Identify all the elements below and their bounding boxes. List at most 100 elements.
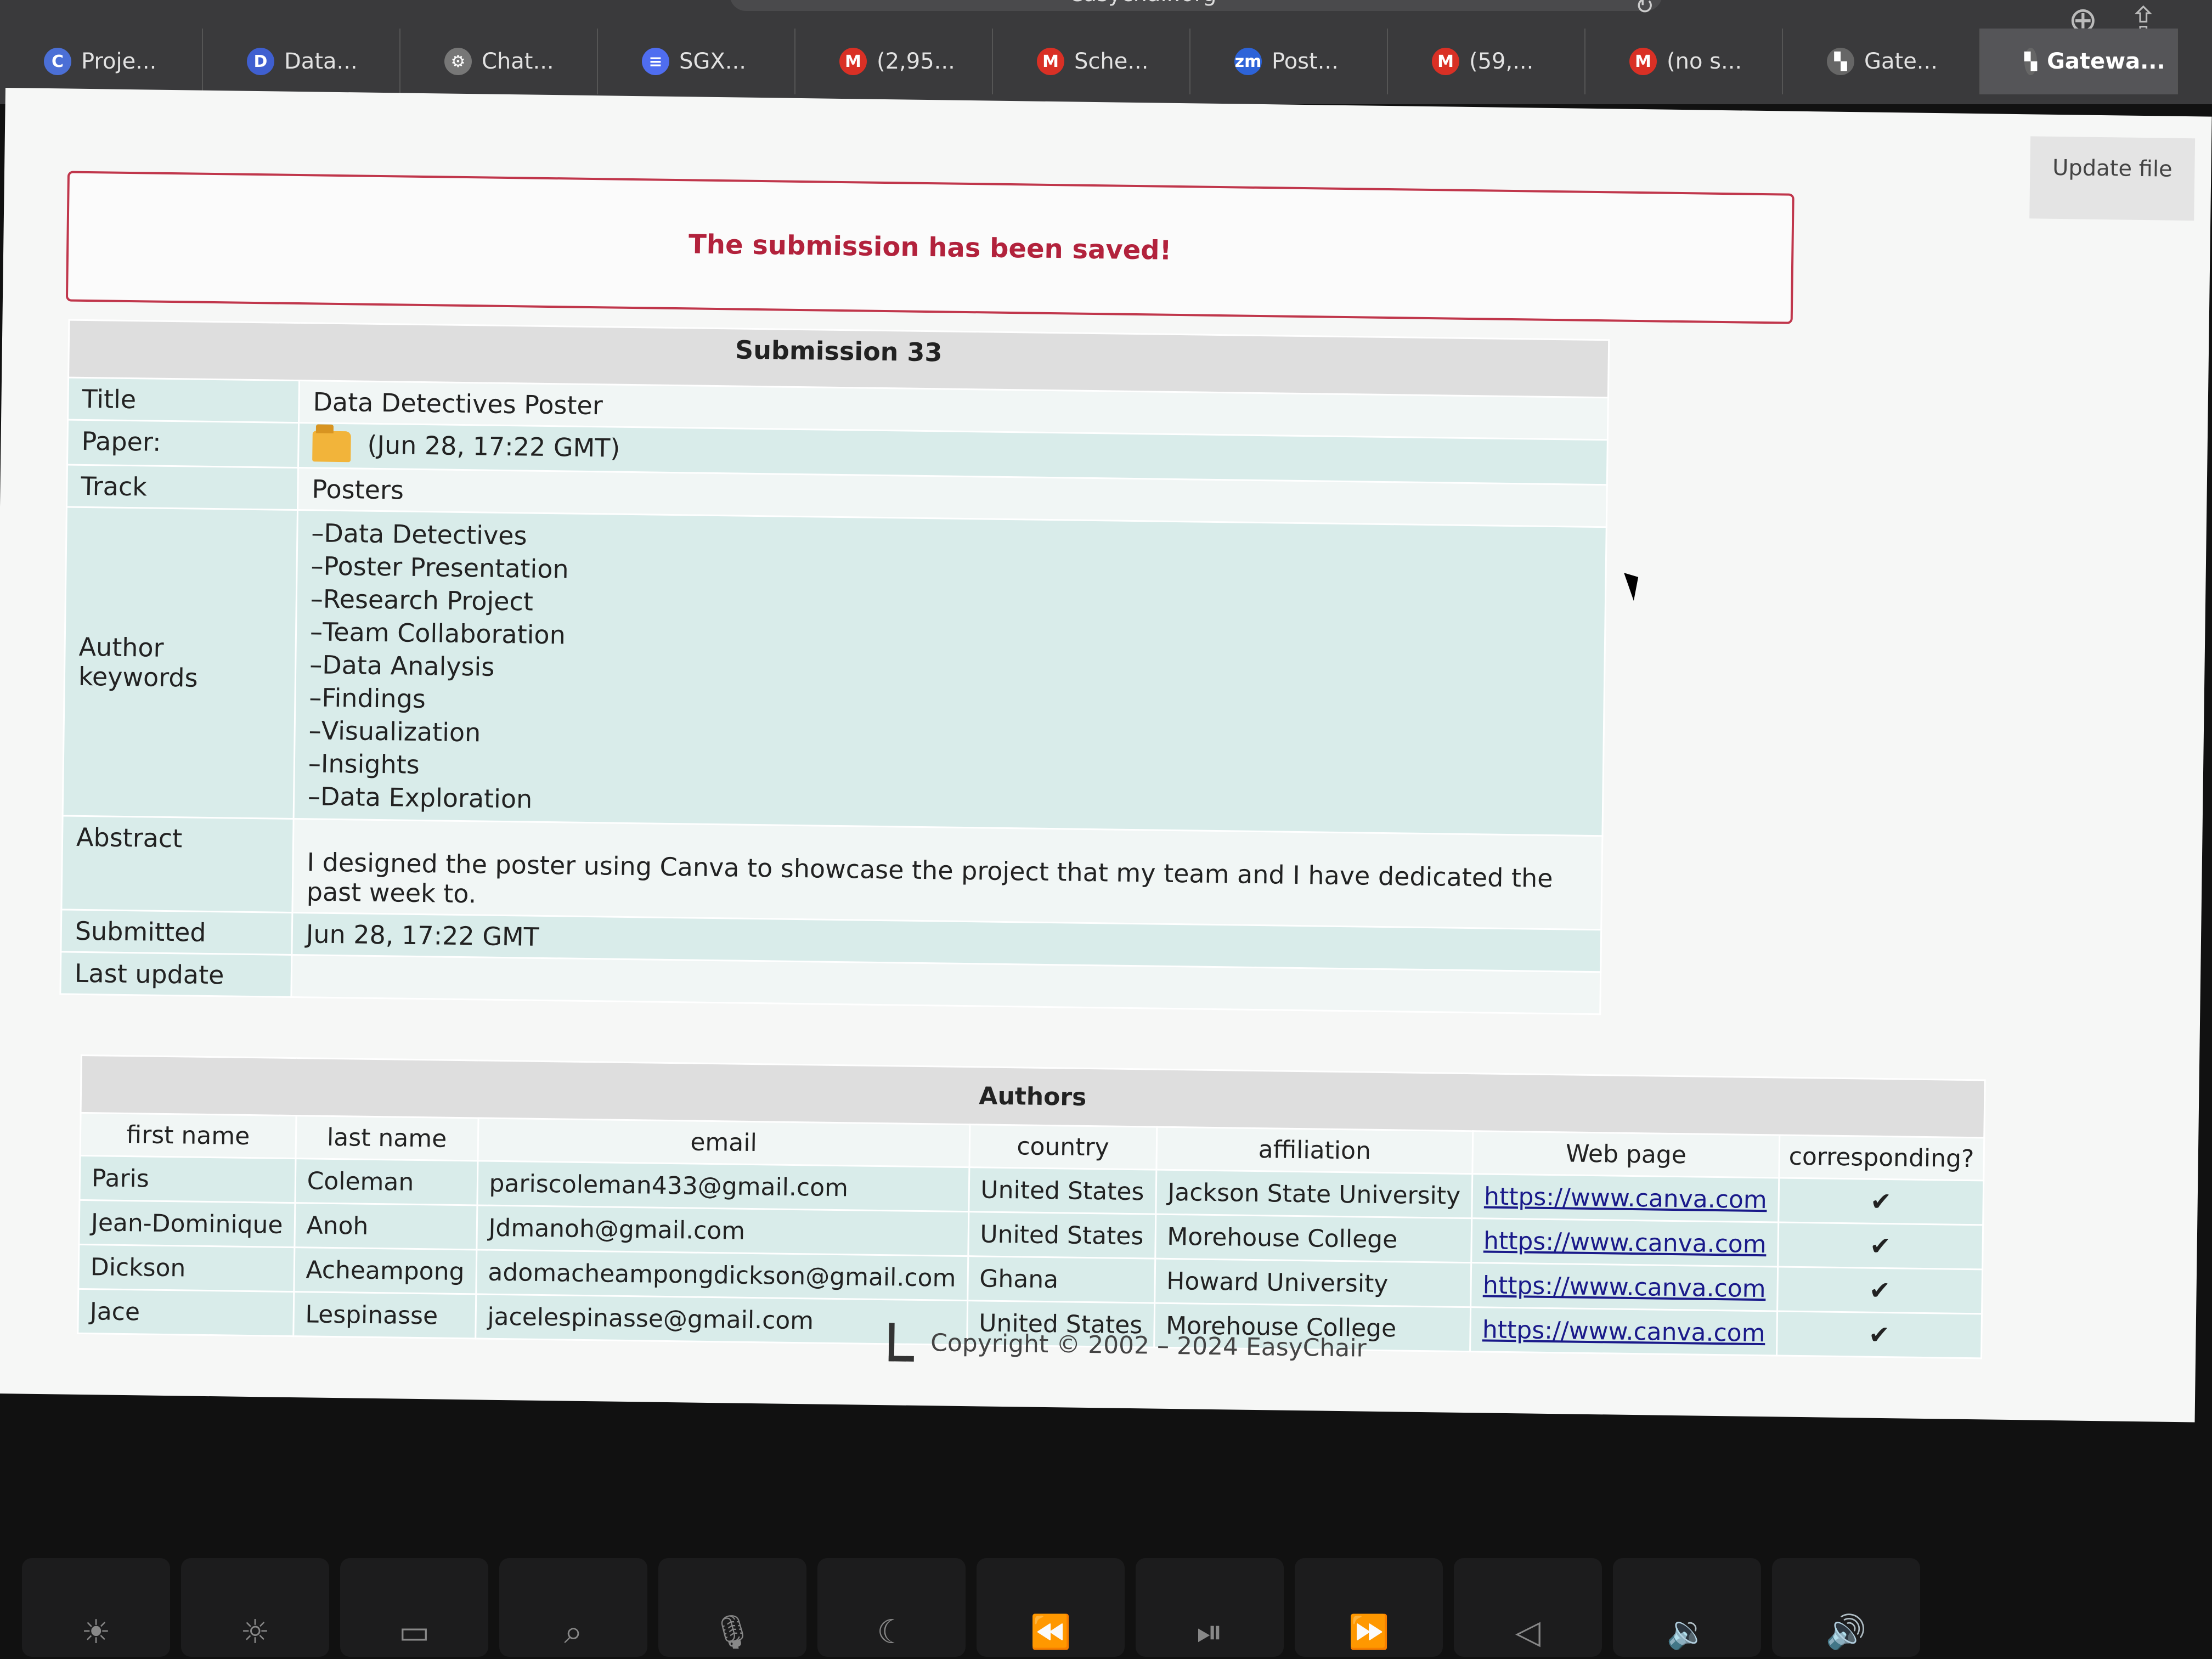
function-key[interactable]: ⏩ <box>1295 1558 1443 1657</box>
gmail-icon: M <box>1432 48 1459 75</box>
gmail-icon: M <box>839 48 867 75</box>
function-key[interactable]: ⏯ <box>1136 1558 1284 1657</box>
browser-tab[interactable]: zm Post... <box>1190 29 1388 94</box>
gmail-icon: M <box>1037 48 1064 75</box>
success-banner: The submission has been saved! <box>65 171 1795 324</box>
gmail-icon: M <box>1629 48 1657 75</box>
authors-table: Authors first name last name email country a… <box>77 1054 1985 1359</box>
table-cell: Paris <box>79 1155 296 1203</box>
column-header: country <box>969 1124 1157 1170</box>
column-header: corresponding? <box>1779 1135 1984 1181</box>
browser-chrome: easychair.org ↻ ⊕ ⇪ CProje...DData...⚙Ch… <box>0 0 2212 104</box>
easychair-logo-icon <box>888 1323 915 1362</box>
table-cell: https://www.canva.com <box>1470 1307 1778 1356</box>
easychair-icon: ▚ <box>2024 48 2038 75</box>
browser-tab[interactable]: M Sche... <box>993 29 1190 94</box>
easychair-icon: ▚ <box>1827 48 1854 75</box>
web-page-link[interactable]: https://www.canva.com <box>1484 1182 1767 1214</box>
column-header: email <box>477 1118 970 1167</box>
column-header: Web page <box>1472 1131 1780 1178</box>
browser-tab[interactable]: M (no s... <box>1585 29 1783 94</box>
function-key[interactable]: ☼ <box>181 1558 329 1657</box>
keywords-list: –Data Detectives –Poster Presentation –Res… <box>294 510 1607 836</box>
corresponding-check-icon: ✔ <box>1777 1266 1983 1314</box>
browser-tab[interactable]: ▚ Gatewa... <box>1980 29 2178 94</box>
function-key[interactable]: 🎙 <box>658 1558 806 1657</box>
table-cell: United States <box>968 1167 1156 1215</box>
table-cell: Acheampong <box>294 1247 477 1294</box>
web-page-link[interactable]: https://www.canva.com <box>1483 1271 1766 1303</box>
function-key[interactable]: ☾ <box>817 1558 966 1657</box>
last-update-label: Last update <box>60 951 292 997</box>
table-cell: https://www.canva.com <box>1470 1262 1778 1311</box>
column-header: affiliation <box>1156 1127 1474 1174</box>
title-label: Title <box>67 377 300 423</box>
footer: Copyright © 2002 – 2024 EasyChair <box>888 1323 1367 1367</box>
browser-tab[interactable]: D Data... <box>203 29 400 94</box>
data-icon: D <box>247 48 274 75</box>
function-key[interactable]: 🔊 <box>1772 1558 1920 1657</box>
column-header: first name <box>80 1113 296 1159</box>
table-cell: Dickson <box>78 1244 295 1292</box>
copyright-text: Copyright © 2002 – 2024 EasyChair <box>930 1328 1367 1363</box>
reload-icon[interactable]: ↻ <box>1635 0 1654 19</box>
keywords-label: Author keywords <box>63 506 298 819</box>
browser-tab[interactable]: ▚ Gate... <box>1783 29 1980 94</box>
tab-label: Proje... <box>81 49 157 74</box>
table-cell: Coleman <box>295 1158 478 1205</box>
function-key[interactable]: ▭ <box>340 1558 488 1657</box>
corresponding-check-icon: ✔ <box>1778 1177 1984 1225</box>
table-cell: Jean-Dominique <box>78 1200 295 1248</box>
tab-label: SGX... <box>679 49 746 74</box>
tab-label: Gate... <box>1864 49 1938 74</box>
web-page-link[interactable]: https://www.canva.com <box>1482 1316 1765 1347</box>
abstract-label: Abstract <box>61 815 294 912</box>
tab-label: (59,... <box>1469 49 1534 74</box>
tab-label: (2,95... <box>877 49 955 74</box>
table-cell: Jdmanoh@gmail.com <box>476 1205 969 1256</box>
table-cell: United States <box>968 1211 1156 1259</box>
banner-message: The submission has been saved! <box>688 229 1172 266</box>
abstract-value: I designed the poster using Canva to sho… <box>292 818 1602 930</box>
browser-tab[interactable]: M (59,... <box>1388 29 1585 94</box>
tab-label: Gatewa... <box>2047 49 2165 74</box>
copilot-icon: C <box>44 48 71 75</box>
paper-date: (Jun 28, 17:22 GMT) <box>367 430 620 463</box>
paper-label: Paper: <box>67 420 299 468</box>
corresponding-check-icon: ✔ <box>1778 1222 1983 1269</box>
table-cell: Howard University <box>1154 1259 1472 1307</box>
tab-label: (no s... <box>1667 49 1742 74</box>
docs-icon: ≡ <box>642 48 669 75</box>
column-header: last name <box>295 1115 478 1161</box>
browser-tab[interactable]: ⚙ Chat... <box>400 29 598 94</box>
function-key[interactable]: ☀ <box>22 1558 170 1657</box>
function-key[interactable]: ⌕ <box>499 1558 647 1657</box>
openai-icon: ⚙ <box>444 48 472 75</box>
tab-label: Post... <box>1272 49 1339 74</box>
function-key[interactable]: 🔉 <box>1613 1558 1761 1657</box>
submission-table: Submission 33 Title Data Detectives Post… <box>59 319 1610 1015</box>
zoom-icon: zm <box>1234 48 1262 75</box>
browser-tab[interactable]: M (2,95... <box>795 29 993 94</box>
browser-tab[interactable]: ≡ SGX... <box>598 29 795 94</box>
tab-label: Chat... <box>482 49 554 74</box>
table-cell: Ghana <box>967 1256 1155 1304</box>
tab-label: Data... <box>284 49 358 74</box>
function-key[interactable]: ⏪ <box>977 1558 1125 1657</box>
web-page-link[interactable]: https://www.canva.com <box>1483 1227 1767 1259</box>
touch-bar-keys: ☀ ☼ ▭ ⌕ 🎙 ☾ ⏪ ⏯ ⏩ ◁ 🔉 🔊 <box>0 1536 2212 1659</box>
table-cell: Lespinasse <box>293 1291 476 1339</box>
browser-tab[interactable]: C Proje... <box>0 29 203 94</box>
tab-label: Sche... <box>1074 49 1149 74</box>
table-cell: pariscoleman433@gmail.com <box>477 1160 969 1212</box>
track-label: Track <box>66 464 298 510</box>
table-cell: adomacheampongdickson@gmail.com <box>476 1249 968 1301</box>
corresponding-check-icon: ✔ <box>1776 1311 1982 1358</box>
function-key[interactable]: ◁ <box>1454 1558 1602 1657</box>
easychair-page: Update file The submission has been save… <box>0 88 2212 1423</box>
table-cell: Jace <box>77 1289 294 1336</box>
paper-folder-icon[interactable] <box>312 430 351 462</box>
submitted-label: Submitted <box>60 909 292 955</box>
update-file-button[interactable]: Update file <box>2029 136 2196 221</box>
address-text[interactable]: easychair.org <box>1070 0 1217 7</box>
